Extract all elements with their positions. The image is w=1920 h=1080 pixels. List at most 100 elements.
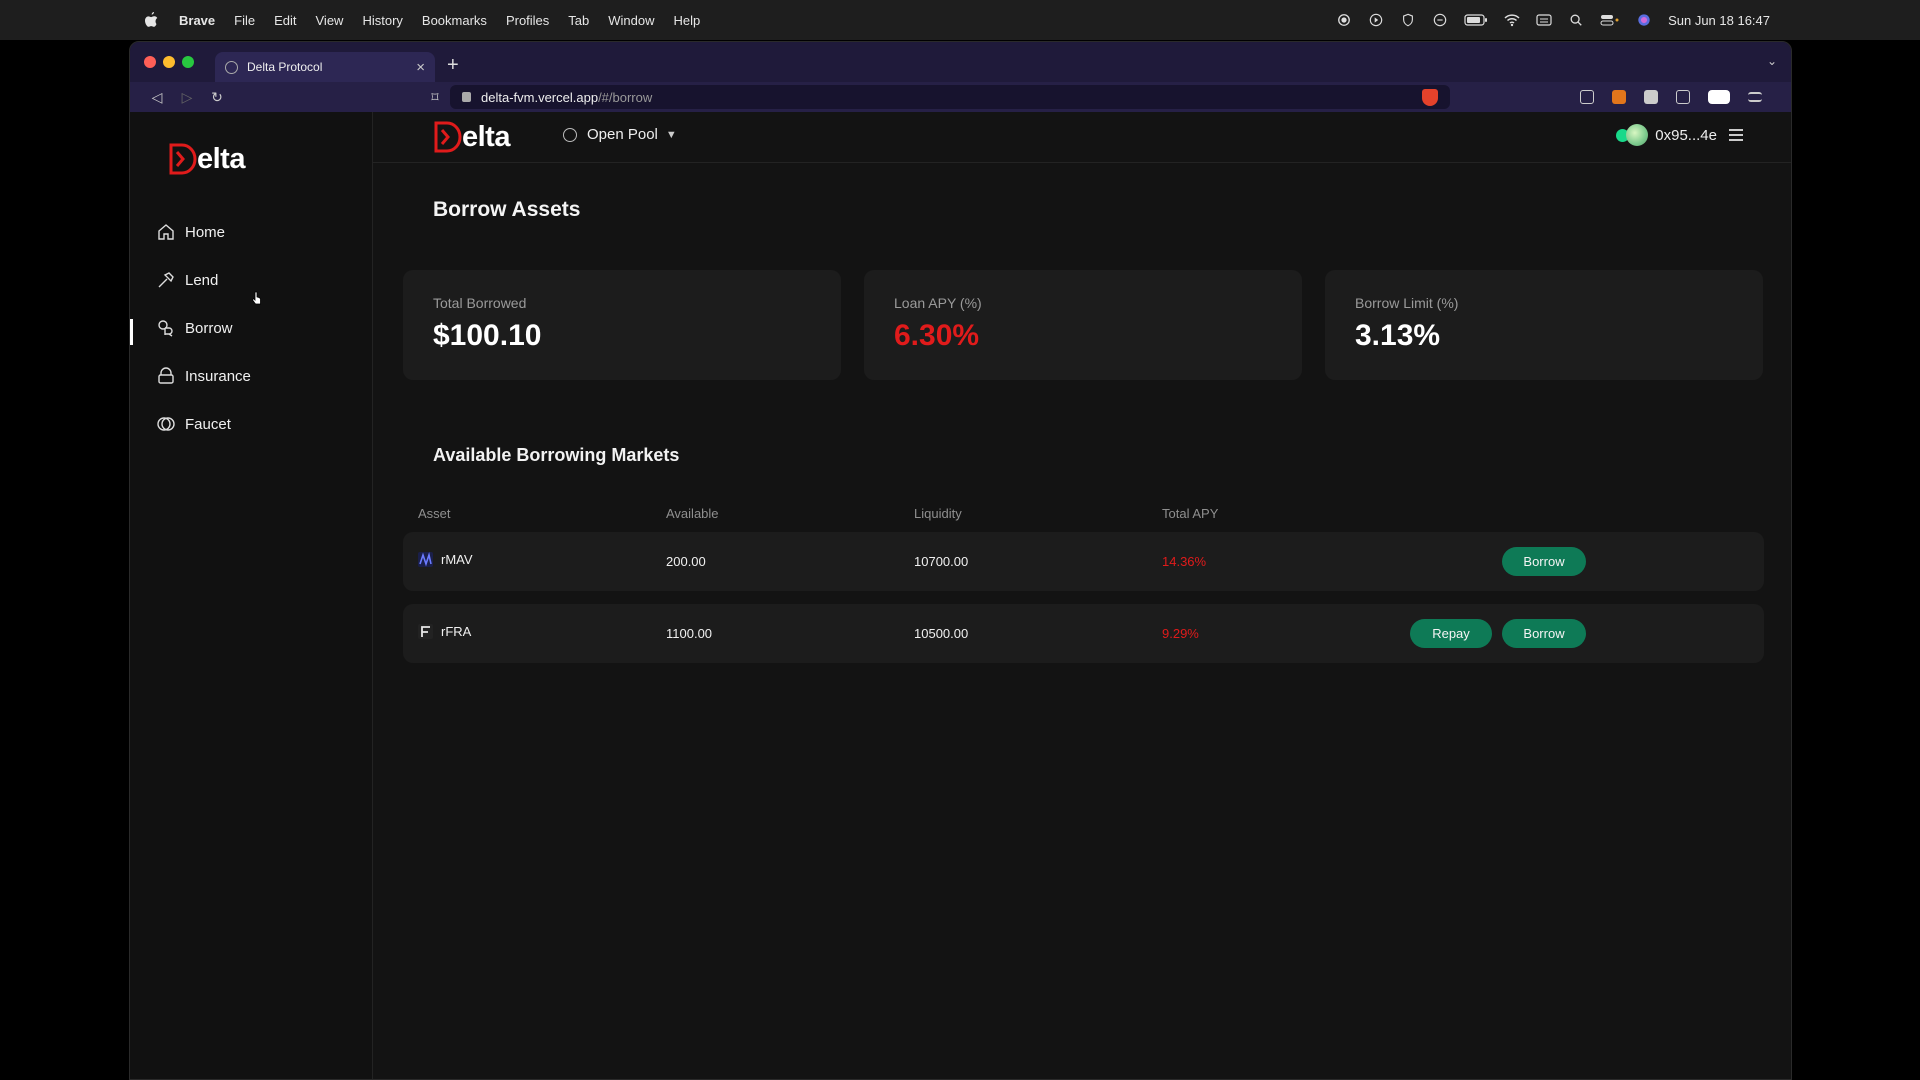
tab-list-chevron-icon[interactable]: ⌄ [1767,54,1777,68]
reload-icon[interactable]: ↻ [202,89,232,106]
wallet-address: 0x95...4e [1655,126,1717,144]
available-cell: 200.00 [666,554,706,569]
sidebar-item-label: Borrow [185,319,233,337]
sidebar-item-label: Faucet [185,415,231,433]
sidebar-logo[interactable]: elta [169,142,245,176]
menu-history[interactable]: History [362,13,402,28]
logo-text: elta [462,120,510,153]
stat-card-total-borrowed: Total Borrowed $100.10 [403,270,841,380]
lock-icon [158,367,174,384]
extension-icons [1580,90,1762,104]
borrow-button[interactable]: Borrow [1502,619,1586,648]
stat-value: $100.10 [433,319,542,352]
mouse-cursor-icon [252,291,261,305]
address-bar[interactable]: delta-fvm.vercel.app/#/borrow [450,85,1450,109]
record-icon[interactable] [1336,13,1352,27]
sidebar-item-insurance[interactable]: Insurance [157,367,251,385]
lock-icon [462,92,471,102]
window-minimize-button[interactable] [163,56,175,68]
menu-bookmarks[interactable]: Bookmarks [422,13,487,28]
url-path: /#/borrow [598,89,653,105]
asset-cell: rMAV [418,552,473,567]
sidebar-item-label: Home [185,223,226,241]
window-close-button[interactable] [144,56,156,68]
menu-tab[interactable]: Tab [568,13,589,28]
apple-icon[interactable] [143,11,159,29]
menu-help[interactable]: Help [674,13,701,28]
back-icon[interactable]: ◁ [142,89,172,106]
liquidity-cell: 10700.00 [914,554,969,569]
sidebar-item-lend[interactable]: Lend [157,271,218,289]
browser-toolbar: ◁ ▷ ↻ ⌑ delta-fvm.vercel.app/#/borrow [130,82,1791,112]
wallet-button[interactable]: 0x95...4e [1616,124,1743,146]
tab-favicon-icon [225,60,238,74]
sidebar-item-home[interactable]: Home [157,223,225,241]
menu-file[interactable]: File [234,13,255,28]
page-title: Borrow Assets [433,198,581,221]
menu-view[interactable]: View [316,13,344,28]
globe-icon [563,127,577,142]
brave-shield-icon[interactable] [1422,88,1438,106]
sidebar-item-label: Insurance [185,367,251,385]
main-content: elta Open Pool ▼ 0x95...4e Borrow Assets… [373,112,1791,1079]
sidebar-item-faucet[interactable]: Faucet [157,415,231,433]
repay-button[interactable]: Repay [1410,619,1492,648]
play-icon[interactable] [1368,13,1384,27]
tab-title: Delta Protocol [247,60,323,74]
chevron-down-icon: ▼ [665,128,677,141]
forward-icon[interactable]: ▷ [172,89,202,106]
browser-tab[interactable]: Delta Protocol × [215,52,435,82]
logo-text: elta [197,142,245,175]
delta-logo-icon [434,121,462,153]
stat-label: Total Borrowed [433,295,527,311]
table-row: rFRA 1100.00 10500.00 9.29% Repay Borrow [403,604,1764,663]
header-logo[interactable]: elta [434,120,510,154]
tab-close-icon[interactable]: × [416,59,425,76]
metamask-icon[interactable] [1612,90,1626,104]
siri-icon[interactable] [1636,13,1652,27]
delta-logo-icon [169,143,197,175]
browser-menu-icon[interactable] [1748,92,1762,102]
asset-cell: rFRA [418,624,471,639]
wallet-extension-icon[interactable] [1708,90,1730,104]
borrow-icon [158,320,173,337]
liquidity-cell: 10500.00 [914,626,969,641]
sidebar-item-borrow[interactable]: Borrow [157,319,233,337]
menu-window[interactable]: Window [608,13,654,28]
menubar-clock[interactable]: Sun Jun 18 16:47 [1668,13,1770,28]
asset-name: rFRA [441,624,472,639]
coins-icon [157,417,175,431]
avatar [1626,124,1649,146]
shield-status-icon[interactable] [1400,13,1416,27]
sidebar-item-label: Lend [185,271,219,289]
wifi-icon[interactable] [1504,13,1520,27]
minus-circle-icon[interactable] [1432,13,1448,27]
borrow-button[interactable]: Borrow [1502,547,1586,576]
hamburger-menu-icon[interactable] [1729,126,1743,144]
window-zoom-button[interactable] [182,56,194,68]
stat-card-loan-apy: Loan APY (%) 6.30% [864,270,1302,380]
menu-edit[interactable]: Edit [274,13,296,28]
extensions-puzzle-icon[interactable] [1644,90,1658,104]
keyboard-icon[interactable] [1536,13,1552,27]
macos-menu-bar: Brave File Edit View History Bookmarks P… [0,0,1920,40]
stat-label: Borrow Limit (%) [1355,295,1459,311]
menu-app-name[interactable]: Brave [179,13,215,28]
pool-label: Open Pool [587,126,658,143]
pool-selector[interactable]: Open Pool ▼ [563,126,677,143]
bookmark-icon[interactable]: ⌑ [420,89,450,106]
battery-icon[interactable] [1464,13,1488,27]
menu-profiles[interactable]: Profiles [506,13,549,28]
sidebar-toggle-icon[interactable] [1676,90,1690,104]
spotlight-search-icon[interactable] [1568,13,1584,27]
column-header-available: Available [666,506,719,521]
stat-value: 6.30% [894,319,980,352]
sidebar: elta Home Lend Borrow Insurance Faucet [130,112,373,1079]
sync-extension-icon[interactable] [1580,90,1594,104]
control-center-icon[interactable] [1600,13,1620,27]
new-tab-icon[interactable]: + [447,54,459,77]
app-page: elta Home Lend Borrow Insurance Faucet e… [130,112,1791,1079]
url-host: delta-fvm.vercel.app [481,89,599,105]
stat-label: Loan APY (%) [894,295,982,311]
table-row: rMAV 200.00 10700.00 14.36% Borrow [403,532,1764,591]
